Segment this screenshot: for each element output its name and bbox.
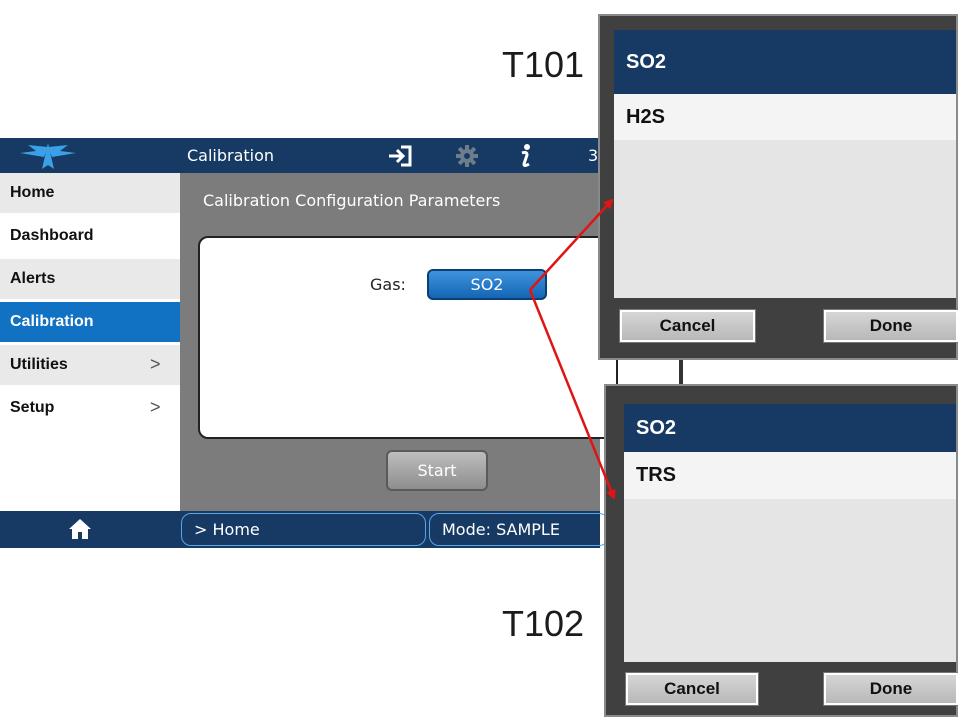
mode-text: Mode: SAMPLE [442,520,560,539]
topbar-clock-text: 3 [588,146,599,165]
done-button[interactable]: Done [823,672,958,706]
parameters-panel [198,236,618,439]
chevron-right-icon: > [150,397,161,417]
done-button-label: Done [869,679,913,698]
breadcrumb-text: > Home [194,520,260,539]
popup-option-trs[interactable]: TRS [624,452,956,499]
sidebar-item-calibration[interactable]: Calibration [0,302,180,342]
popup-header-text: SO2 [626,50,667,73]
connector-line [679,360,683,386]
screen-title: Calibration [187,146,275,165]
home-icon[interactable] [68,518,92,540]
sign-in-icon[interactable] [385,141,415,171]
popup-list-t101: SO2 H2S [614,30,956,298]
main-content: Calibration Configuration Parameters Gas… [180,173,618,511]
gas-select-button[interactable]: SO2 [427,269,547,300]
sidebar-item-label: Setup [10,399,55,416]
popup-header-text: SO2 [636,416,677,439]
start-button[interactable]: Start [386,450,488,491]
model-label-t102: T102 [502,603,585,644]
done-button-label: Done [869,316,913,335]
cancel-button-label: Cancel [664,679,720,698]
sidebar-item-label: Home [10,184,55,201]
mode-indicator: Mode: SAMPLE [429,513,609,546]
popup-header: SO2 [614,30,956,94]
sidebar-item-label: Dashboard [10,227,94,244]
instrument-screen: Calibration 3 Home Dashboard Alerts Cali… [0,138,618,550]
breadcrumb[interactable]: > Home [181,513,426,546]
gas-popup-t102: SO2 TRS Cancel Done [604,384,958,717]
gas-popup-t101: SO2 H2S Cancel Done [598,14,958,360]
page-title: Calibration Configuration Parameters [203,191,501,210]
sidebar-item-label: Utilities [10,356,68,373]
popup-option-label: TRS [636,464,676,486]
sidebar-item-label: Calibration [10,313,94,330]
sidebar-item-alerts[interactable]: Alerts [0,259,180,299]
gas-label: Gas: [370,275,406,294]
gas-select-value: SO2 [470,275,504,294]
sidebar-item-home[interactable]: Home [0,173,180,213]
cancel-button[interactable]: Cancel [619,309,756,343]
chevron-right-icon: > [150,354,161,374]
info-icon[interactable] [510,141,540,171]
logo-icon [20,143,76,169]
model-label-t101: T101 [502,44,585,85]
sidebar-item-label: Alerts [10,270,56,287]
popup-header: SO2 [624,404,956,452]
popup-list-t102: SO2 TRS [624,404,956,662]
cancel-button[interactable]: Cancel [625,672,759,706]
start-button-label: Start [417,461,457,480]
popup-option-h2s[interactable]: H2S [614,94,956,140]
gear-icon[interactable] [452,141,482,171]
done-button[interactable]: Done [823,309,958,343]
popup-option-label: H2S [626,105,665,128]
sidebar-item-utilities[interactable]: Utilities > [0,345,180,385]
sidebar-item-dashboard[interactable]: Dashboard [0,216,180,256]
sidebar-item-setup[interactable]: Setup > [0,388,180,428]
bottom-bar: > Home Mode: SAMPLE [0,511,609,548]
cancel-button-label: Cancel [659,316,716,335]
top-bar: Calibration 3 [0,138,600,173]
sidebar: Home Dashboard Alerts Calibration Utilit… [0,173,180,511]
